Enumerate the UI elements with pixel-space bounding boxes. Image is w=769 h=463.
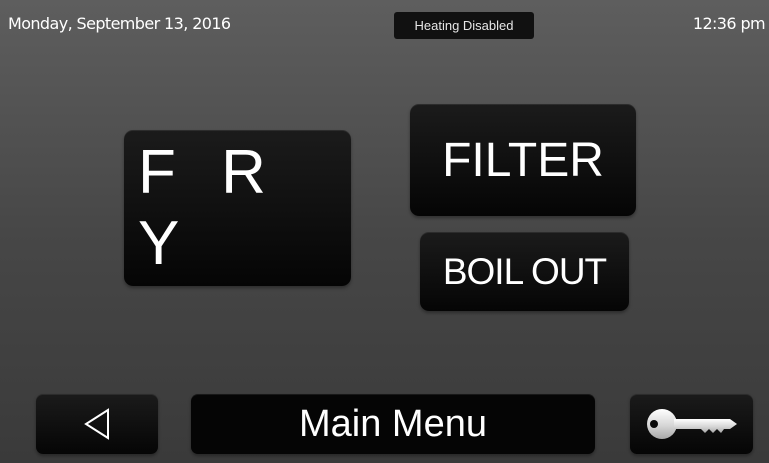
boil-out-button-label: BOIL OUT (442, 250, 607, 292)
heating-status-badge: Heating Disabled (394, 12, 534, 39)
fry-button-label: F R Y (138, 138, 280, 278)
boil-out-button[interactable]: BOIL OUT (420, 232, 629, 311)
main-menu-bar: Main Menu (191, 394, 595, 454)
back-button[interactable] (36, 394, 158, 454)
back-triangle-icon (84, 408, 109, 440)
filter-button-label: FILTER (442, 133, 604, 187)
key-button[interactable] (630, 394, 753, 454)
time-display: 12:36 pm (692, 14, 766, 33)
fry-button[interactable]: F R Y (124, 130, 351, 286)
status-bar: Monday, September 13, 2016 Heating Disab… (0, 0, 769, 44)
key-icon (646, 409, 737, 439)
main-menu-title: Main Menu (299, 402, 487, 445)
filter-button[interactable]: FILTER (410, 104, 636, 216)
date-display: Monday, September 13, 2016 (8, 14, 231, 33)
